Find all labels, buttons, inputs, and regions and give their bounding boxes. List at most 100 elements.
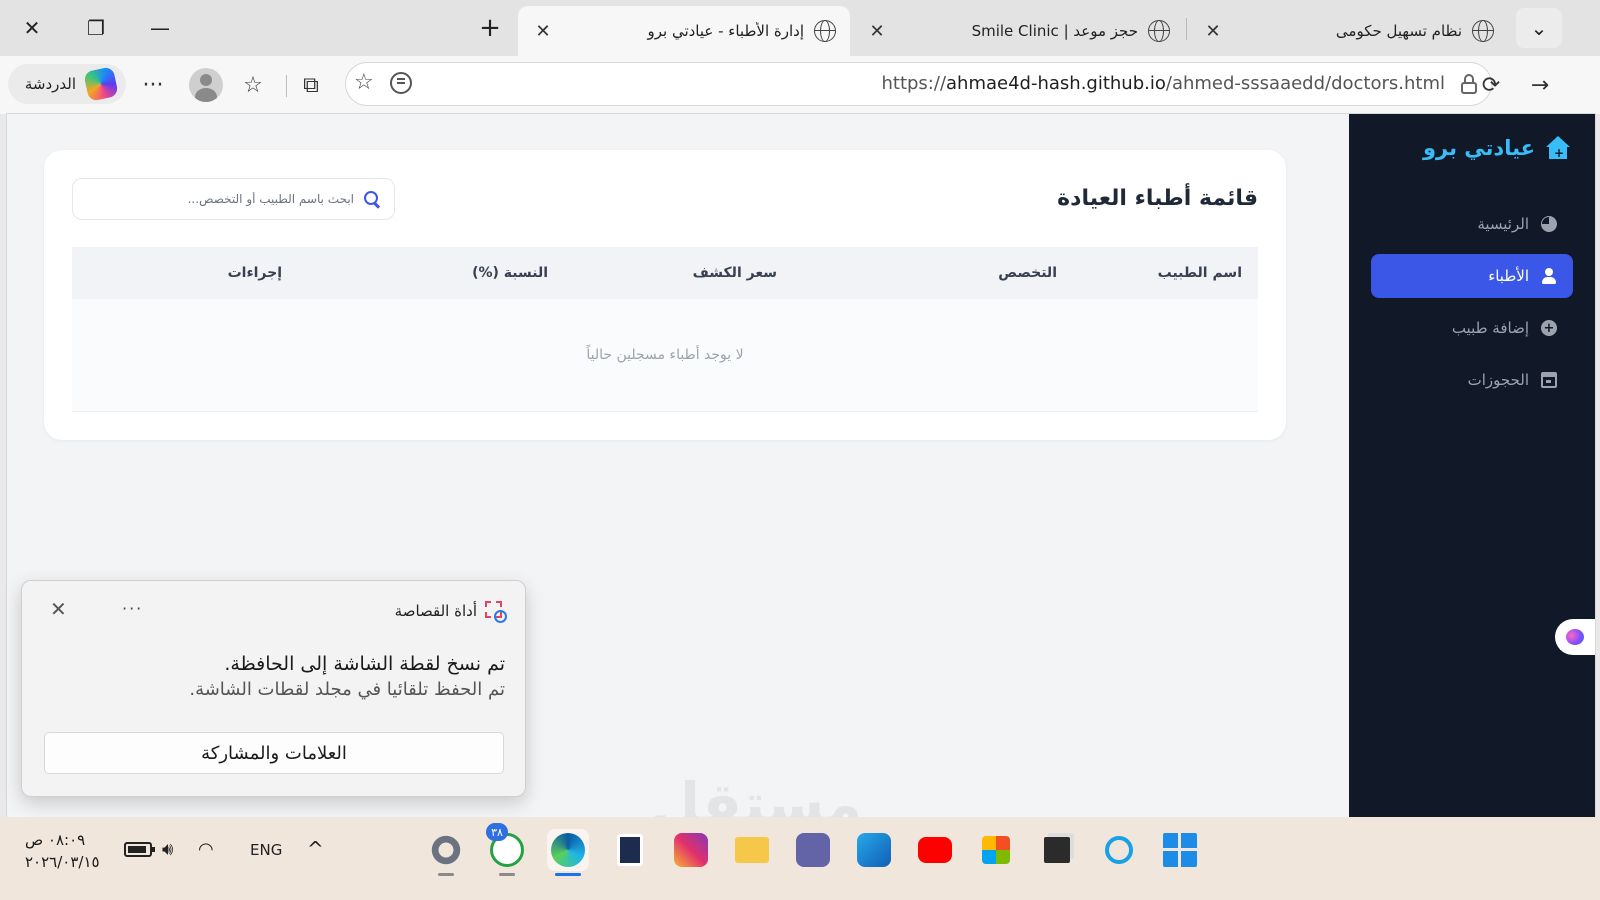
sidebar-item-label: الحجوزات [1467,371,1529,389]
search-box [72,178,395,220]
column-specialty[interactable]: التخصص [793,265,1073,281]
window-minimize-icon[interactable]: — [136,8,184,48]
globe-icon [1472,20,1494,42]
tab-government[interactable]: ✕ نظام تسهيل حكومى [1188,6,1508,56]
url-protocol: https:// [881,73,947,94]
volume-icon[interactable]: 🔊︎ [162,839,173,860]
tab-divider [1186,18,1187,40]
sidebar-item-add-doctor[interactable]: + إضافة طبيب [1371,306,1573,350]
copilot-chat-button[interactable]: الدردشة [8,64,126,104]
tab-title: نظام تسهيل حكومى [1335,22,1462,40]
language-indicator[interactable]: ENG [250,841,282,859]
more-options-icon[interactable]: ··· [138,70,168,100]
refresh-icon[interactable]: ⟳ [1476,70,1506,100]
store-icon[interactable] [975,829,1017,871]
table-header: اسم الطبيب التخصص سعر الكشف النسبة (%) إ… [72,247,1258,299]
tab-title: إدارة الأطباء - عيادتي برو [647,22,804,40]
address-bar[interactable]: ☆ https://ahmae4d-hash.github.io/ahmed-s… [345,62,1492,106]
brand-logo[interactable]: + عيادتي برو [1423,136,1571,160]
snipping-tool-icon [485,601,507,623]
sidebar-item-label: إضافة طبيب [1451,319,1529,337]
globe-icon [814,20,836,42]
add-favorite-icon[interactable]: ☆ [354,70,374,95]
teams-icon[interactable] [792,829,834,871]
toast-submessage: تم الحفظ تلقائيا في مجلد لقطات الشاشة. [189,679,505,700]
toolbar-separator [286,75,287,97]
new-tab-icon[interactable]: + [466,8,514,48]
extensions-icon[interactable]: ⧉ [296,70,326,100]
profile-avatar[interactable] [189,68,223,102]
markup-and-share-button[interactable]: العلامات والمشاركة [44,732,504,774]
user-doctor-icon [1541,268,1557,284]
snipping-tool-notification: أداة القصاصة ··· ✕ تم نسخ لقطة الشاشة إل… [21,580,526,797]
system-clock[interactable]: ٠٨:٠٩ ص ٢٠٢٦/٠٣/١٥ [25,829,100,873]
start-icon[interactable] [1159,829,1201,871]
browser-tab-strip: ✕ ❐ — + ✕ إدارة الأطباء - عيادتي برو ✕ ح… [0,0,1600,56]
ai-assistant-button[interactable] [1555,619,1595,655]
calendar-icon [1541,372,1557,388]
browser-toolbar: الدردشة ··· ☆ ⧉ ☆ https://ahmae4d-hash.g… [0,56,1600,114]
page-title: قائمة أطباء العيادة [1057,186,1258,211]
toast-app-name: أداة القصاصة [394,602,477,620]
tab-list-chevron-icon[interactable]: ⌄ [1516,8,1562,48]
column-doctor-name[interactable]: اسم الطبيب [1073,265,1258,281]
globe-icon [1148,20,1170,42]
url-host: ahmae4d-hash.github.io [946,73,1166,94]
brain-icon [1566,629,1584,645]
table-body: لا يوجد أطباء مسجلين حالياً [72,299,1258,412]
tab-close-icon[interactable]: ✕ [1202,21,1224,42]
whatsapp-unread-badge: ٣٨ [486,823,508,841]
tray-overflow-chevron-icon[interactable]: ^ [307,837,324,861]
wifi-icon[interactable]: ◠ [198,839,214,860]
app-sidebar: + عيادتي برو الرئيسية الأطباء + إضافة طب… [1349,114,1595,826]
file-explorer-icon[interactable] [731,829,773,871]
youtube-icon[interactable] [914,829,956,871]
column-actions: إجراءات [227,265,282,281]
sidebar-item-label: الأطباء [1488,267,1529,285]
outlook-icon[interactable] [853,829,895,871]
instagram-icon[interactable] [670,829,712,871]
clock-time: ٠٨:٠٩ ص [25,831,86,849]
url-path: /ahmed-sssaaedd/doctors.html [1165,73,1445,94]
forward-arrow-icon[interactable]: → [1525,70,1555,100]
tab-doctors-management[interactable]: ✕ إدارة الأطباء - عيادتي برو [518,6,850,56]
column-percentage[interactable]: النسبة (%) [298,265,564,281]
solitaire-icon[interactable] [609,829,651,871]
clock-date: ٢٠٢٦/٠٣/١٥ [25,853,100,871]
tab-smile-clinic[interactable]: ✕ حجز موعد | Smile Clinic [852,6,1184,56]
url-text[interactable]: https://ahmae4d-hash.github.io/ahmed-sss… [881,73,1445,94]
favorites-icon[interactable]: ☆ [238,70,268,100]
empty-state-message: لا يوجد أطباء مسجلين حالياً [586,347,744,363]
window-close-icon[interactable]: ✕ [8,8,56,48]
column-fee[interactable]: سعر الكشف [564,265,793,281]
toast-close-icon[interactable]: ✕ [50,597,67,621]
toast-more-options-icon[interactable]: ··· [122,599,143,618]
whatsapp-icon[interactable]: ٣٨ [486,823,528,876]
doctors-card: قائمة أطباء العيادة اسم الطبيب التخصص سع… [44,150,1286,440]
windows-taskbar: ٠٨:٠٩ ص ٢٠٢٦/٠٣/١٥ 🔊︎ ◠ ENG ^ ٣٨ [0,817,1600,900]
copilot-label: الدردشة [24,75,76,93]
battery-icon[interactable] [124,842,155,857]
tab-title: حجز موعد | Smile Clinic [971,22,1138,40]
sidebar-item-label: الرئيسية [1477,215,1529,233]
copilot-icon [83,66,119,102]
toast-message: تم نسخ لقطة الشاشة إلى الحافظة. [224,653,505,675]
brand-name: عيادتي برو [1422,136,1535,160]
doctors-table: اسم الطبيب التخصص سعر الكشف النسبة (%) إ… [72,247,1258,412]
edge-icon[interactable] [547,829,589,876]
search-input[interactable] [84,179,354,219]
search-icon[interactable] [1098,829,1140,871]
window-restore-icon[interactable]: ❐ [72,8,120,48]
sidebar-item-home[interactable]: الرئيسية [1371,202,1573,246]
tab-close-icon[interactable]: ✕ [532,21,554,42]
sidebar-item-doctors[interactable]: الأطباء [1371,254,1573,298]
tab-close-icon[interactable]: ✕ [866,21,888,42]
app-icon[interactable] [1036,829,1078,871]
sidebar-nav: الرئيسية الأطباء + إضافة طبيب الحجوزات [1371,202,1573,410]
read-aloud-icon[interactable] [390,72,412,94]
pie-chart-icon [1541,216,1557,232]
toast-app-header: أداة القصاصة [394,601,507,623]
search-icon [364,191,380,207]
sidebar-item-bookings[interactable]: الحجوزات [1371,358,1573,402]
settings-icon[interactable] [425,829,467,876]
